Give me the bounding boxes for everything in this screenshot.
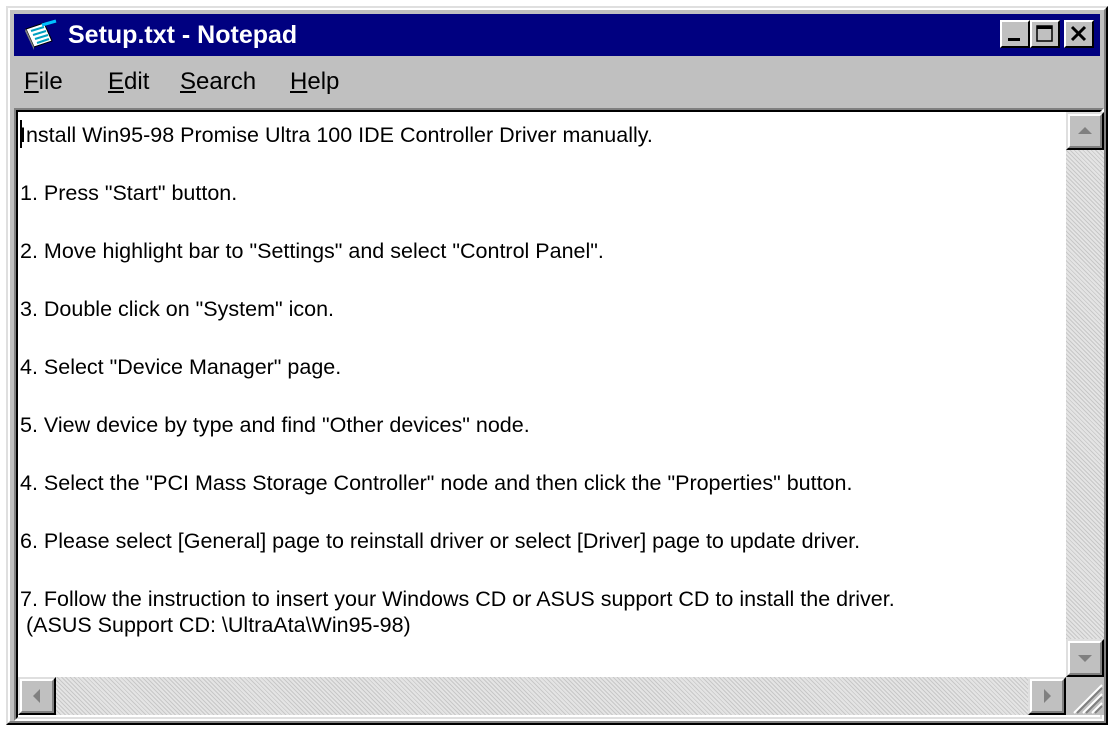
minimize-icon xyxy=(1008,38,1020,41)
vertical-scrollbar[interactable] xyxy=(1066,112,1104,677)
notepad-window: Setup.txt - Notepad File Edit Search Hel… xyxy=(6,6,1108,725)
horizontal-scrollbar[interactable] xyxy=(18,677,1066,715)
text-line: 5. View device by type and find "Other d… xyxy=(20,413,530,437)
menu-file[interactable]: File xyxy=(24,68,63,96)
text-line: 1. Press "Start" button. xyxy=(20,181,238,205)
text-line: 2. Move highlight bar to "Settings" and … xyxy=(20,239,604,263)
text-line: (ASUS Support CD: \UltraAta\Win95-98) xyxy=(20,613,411,637)
text-line: 7. Follow the instruction to insert your… xyxy=(20,587,895,611)
resize-grip-icon xyxy=(1073,684,1103,714)
arrow-down-icon xyxy=(1078,655,1092,662)
text-line: 3. Double click on "System" icon. xyxy=(20,297,335,321)
menu-help[interactable]: Help xyxy=(290,68,339,96)
scroll-up-button[interactable] xyxy=(1066,112,1104,150)
text-line: 4. Select "Device Manager" page. xyxy=(20,355,342,379)
text-line: 6. Please select [General] page to reins… xyxy=(20,529,861,553)
menu-search[interactable]: Search xyxy=(180,68,256,96)
resize-grip[interactable] xyxy=(1066,677,1104,715)
minimize-button[interactable] xyxy=(1000,20,1030,48)
menu-bar: File Edit Search Help xyxy=(14,60,1100,102)
title-bar[interactable]: Setup.txt - Notepad xyxy=(14,14,1100,56)
notepad-icon[interactable] xyxy=(22,19,58,51)
maximize-button[interactable] xyxy=(1030,20,1060,48)
text-content[interactable]: Install Win95-98 Promise Ultra 100 IDE C… xyxy=(18,112,1066,677)
scroll-down-button[interactable] xyxy=(1066,639,1104,677)
window-title: Setup.txt - Notepad xyxy=(68,21,298,49)
close-button[interactable] xyxy=(1064,20,1094,48)
close-icon xyxy=(1070,25,1087,42)
text-line: 4. Select the "PCI Mass Storage Controll… xyxy=(20,471,853,495)
text-editor[interactable]: Install Win95-98 Promise Ultra 100 IDE C… xyxy=(14,108,1104,721)
menu-edit[interactable]: Edit xyxy=(108,68,149,96)
maximize-icon xyxy=(1036,25,1053,42)
arrow-right-icon xyxy=(1044,689,1051,703)
scroll-left-button[interactable] xyxy=(18,677,56,715)
text-line: Install Win95-98 Promise Ultra 100 IDE C… xyxy=(20,123,653,147)
arrow-left-icon xyxy=(33,689,40,703)
arrow-up-icon xyxy=(1078,127,1092,134)
scroll-right-button[interactable] xyxy=(1028,677,1066,715)
